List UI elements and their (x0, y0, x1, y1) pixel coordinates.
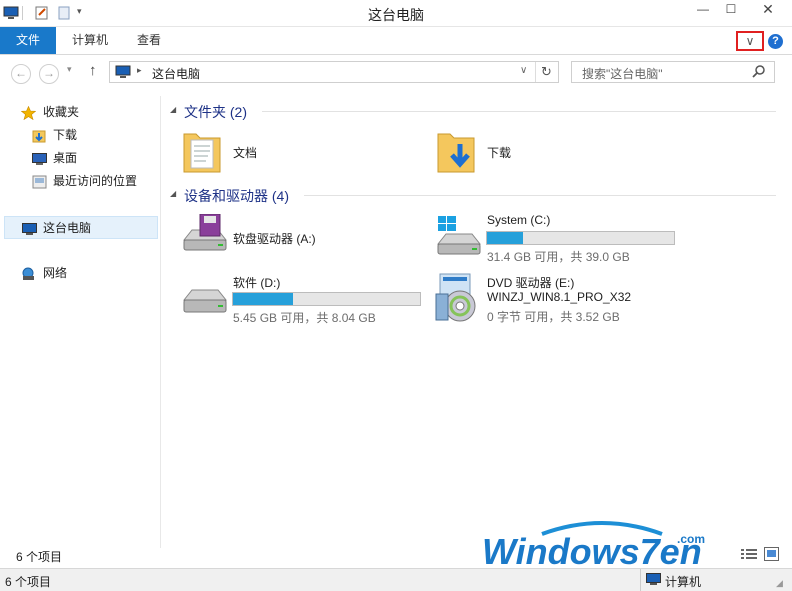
system-drive-icon (434, 214, 482, 261)
item-count: 6 个项目 (16, 550, 63, 564)
search-input[interactable]: 搜索"这台电脑" (582, 65, 663, 82)
refresh-icon[interactable]: ↻ (541, 64, 552, 80)
search-box[interactable]: 搜索"这台电脑" (571, 61, 775, 83)
network-icon (21, 266, 36, 280)
drive-name: DVD 驱动器 (E:) (487, 276, 575, 290)
status-bar: 6 个项目 计算机 ◢ (0, 568, 792, 591)
help-button[interactable]: ? (768, 34, 783, 49)
large-icons-view-icon[interactable] (764, 547, 779, 564)
folder-name: 文档 (233, 146, 258, 160)
details-view-icon[interactable] (741, 548, 757, 564)
breadcrumb-this-pc[interactable]: 这台电脑 (152, 65, 200, 82)
recent-places-icon (32, 174, 47, 189)
watermark-logo: Windows7en .com (482, 520, 732, 572)
drive-item-system-c[interactable]: System (C:) 31.4 GB 可用，共 39.0 GB (432, 210, 682, 266)
drive-free-space: 5.45 GB 可用，共 8.04 GB (233, 311, 376, 325)
folder-name: 下载 (487, 146, 512, 160)
floppy-drive-icon (180, 213, 228, 259)
maximize-button[interactable]: ☐ (716, 0, 746, 20)
drive-free-space: 0 字节 可用，共 3.52 GB (487, 310, 620, 324)
group-divider (262, 111, 776, 112)
forward-button[interactable]: → (39, 64, 59, 84)
tab-computer[interactable]: 计算机 (62, 27, 118, 54)
nav-item-network[interactable]: 网络 (0, 262, 160, 284)
window-title: 这台电脑 (368, 7, 424, 23)
star-icon (20, 105, 37, 121)
group-header-devices[interactable]: 设备和驱动器 (4) (184, 186, 289, 206)
nav-item-label: 桌面 (53, 151, 78, 165)
collapse-folders-icon[interactable]: ◢ (170, 105, 176, 114)
nav-item-desktop[interactable]: 桌面 (0, 147, 160, 169)
drive-name: 软件 (D:) (233, 276, 281, 290)
back-button[interactable]: ← (11, 64, 31, 84)
watermark-text: Windows7en (482, 531, 702, 568)
navigation-pane: 收藏夹 下载 桌面 最近访问的位置 这台电脑 网络 (0, 96, 161, 548)
downloads-folder-icon (436, 126, 476, 177)
breadcrumb-chevron-icon[interactable]: ▸ (137, 65, 142, 76)
drive-usage-bar (486, 231, 675, 245)
chevron-down-icon: ∨ (745, 34, 755, 48)
computer-icon (646, 573, 661, 589)
nav-item-label: 这台电脑 (43, 221, 92, 235)
nav-item-label: 最近访问的位置 (53, 174, 138, 188)
nav-favorites[interactable]: 收藏夹 (0, 101, 160, 123)
drive-name: 软盘驱动器 (A:) (233, 232, 316, 246)
address-divider (535, 62, 536, 82)
address-dropdown-icon[interactable]: ∨ (520, 65, 527, 76)
search-icon[interactable] (752, 64, 766, 81)
status-divider (640, 569, 641, 591)
drive-item-dvd-e[interactable]: DVD 驱动器 (E:) WINZJ_WIN8.1_PRO_X32 0 字节 可… (432, 272, 682, 328)
documents-folder-icon (182, 126, 222, 177)
group-header-folders[interactable]: 文件夹 (2) (184, 102, 247, 122)
folder-item-documents[interactable]: 文档 (178, 124, 408, 176)
drive-item-software-d[interactable]: 软件 (D:) 5.45 GB 可用，共 8.04 GB (178, 272, 428, 328)
nav-item-recent-places[interactable]: 最近访问的位置 (0, 170, 160, 192)
this-pc-icon (115, 65, 131, 82)
status-item-count: 6 个项目 (5, 575, 52, 589)
hard-drive-icon (180, 282, 228, 321)
title-bar: ▾ 这台电脑 — ☐ ✕ (0, 0, 792, 27)
tab-view[interactable]: 查看 (126, 27, 172, 54)
nav-item-this-pc[interactable]: 这台电脑 (4, 216, 158, 239)
minimize-button[interactable]: — (688, 0, 718, 20)
nav-item-label: 网络 (43, 266, 68, 280)
expand-ribbon-button[interactable]: ∨ (736, 31, 764, 51)
group-divider (304, 195, 776, 196)
desktop-icon (32, 151, 47, 165)
collapse-devices-icon[interactable]: ◢ (170, 189, 176, 198)
recent-locations-icon[interactable]: ▾ (67, 64, 72, 75)
drive-free-space: 31.4 GB 可用，共 39.0 GB (487, 250, 630, 264)
watermark-suffix: .com (677, 532, 705, 546)
drive-item-floppy[interactable]: 软盘驱动器 (A:) (178, 210, 418, 262)
up-button[interactable]: ↑ (89, 62, 97, 79)
ribbon-tab-row: 文件 计算机 查看 ∨ ? (0, 27, 792, 55)
drive-usage-fill (233, 293, 293, 305)
drive-usage-fill (487, 232, 523, 244)
folder-item-downloads[interactable]: 下载 (432, 124, 662, 176)
status-location: 计算机 (665, 575, 702, 589)
nav-item-label: 下载 (53, 128, 78, 142)
drive-usage-bar (232, 292, 421, 306)
resize-grip-icon[interactable]: ◢ (776, 578, 783, 589)
drive-name: System (C:) (487, 213, 551, 227)
dvd-drive-icon (434, 272, 480, 327)
drive-volume-label: WINZJ_WIN8.1_PRO_X32 (487, 290, 632, 304)
downloads-folder-icon (32, 128, 47, 143)
nav-favorites-label: 收藏夹 (43, 105, 80, 119)
tab-file[interactable]: 文件 (0, 27, 56, 54)
nav-item-downloads[interactable]: 下载 (0, 124, 160, 146)
this-pc-icon (22, 221, 37, 235)
address-bar[interactable]: ▸ 这台电脑 ∨ ↻ (109, 61, 559, 83)
close-button[interactable]: ✕ (748, 0, 788, 20)
navigation-bar: ← → ▾ ↑ ▸ 这台电脑 ∨ ↻ 搜索"这台电脑" (0, 56, 792, 90)
